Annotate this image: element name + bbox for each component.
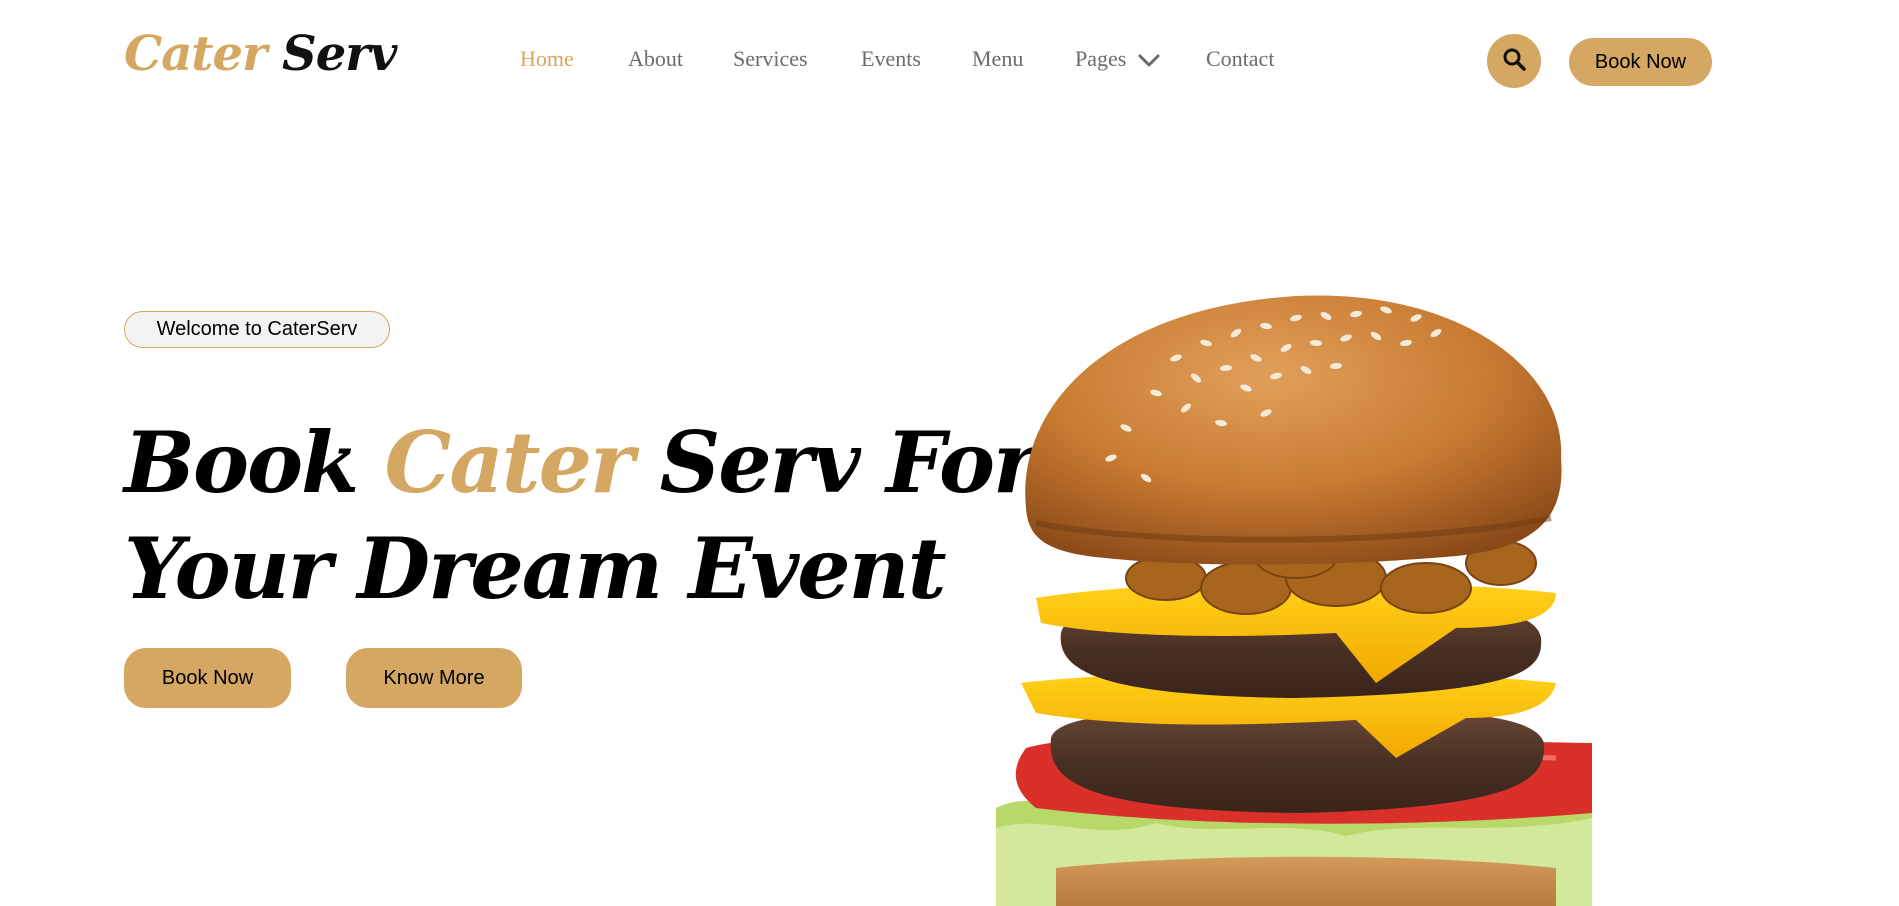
chevron-down-icon: [1138, 48, 1160, 74]
nav-menu[interactable]: Menu: [972, 46, 1023, 72]
nav-pages[interactable]: Pages: [1075, 46, 1160, 74]
nav-events[interactable]: Events: [861, 46, 921, 72]
hero-title: Book Cater Serv For Your Dream Event: [124, 410, 1037, 622]
hero-book-now-button[interactable]: Book Now: [124, 648, 291, 708]
hero-title-word1: Book: [124, 413, 359, 512]
nav-services[interactable]: Services: [733, 46, 808, 72]
brand-logo-dark: Serv: [282, 26, 397, 82]
nav-home[interactable]: Home: [520, 46, 574, 72]
burger-image: [996, 288, 1592, 906]
hero-title-accent: Cater: [384, 413, 635, 512]
nav-contact[interactable]: Contact: [1206, 46, 1274, 72]
hero-know-more-button[interactable]: Know More: [346, 648, 522, 708]
header-book-now-button[interactable]: Book Now: [1569, 38, 1712, 86]
nav-pages-label: Pages: [1075, 46, 1127, 71]
search-icon: [1502, 47, 1526, 76]
brand-logo[interactable]: Cater Serv: [124, 30, 397, 78]
nav-about[interactable]: About: [628, 46, 683, 72]
welcome-badge: Welcome to CaterServ: [124, 311, 390, 348]
search-button[interactable]: [1487, 34, 1541, 88]
brand-logo-accent: Cater: [124, 26, 267, 82]
hero-title-line1: Book Cater Serv For: [124, 410, 1037, 516]
hero-title-line2: Your Dream Event: [124, 519, 947, 618]
hero-title-word2: Serv For: [659, 413, 1038, 512]
